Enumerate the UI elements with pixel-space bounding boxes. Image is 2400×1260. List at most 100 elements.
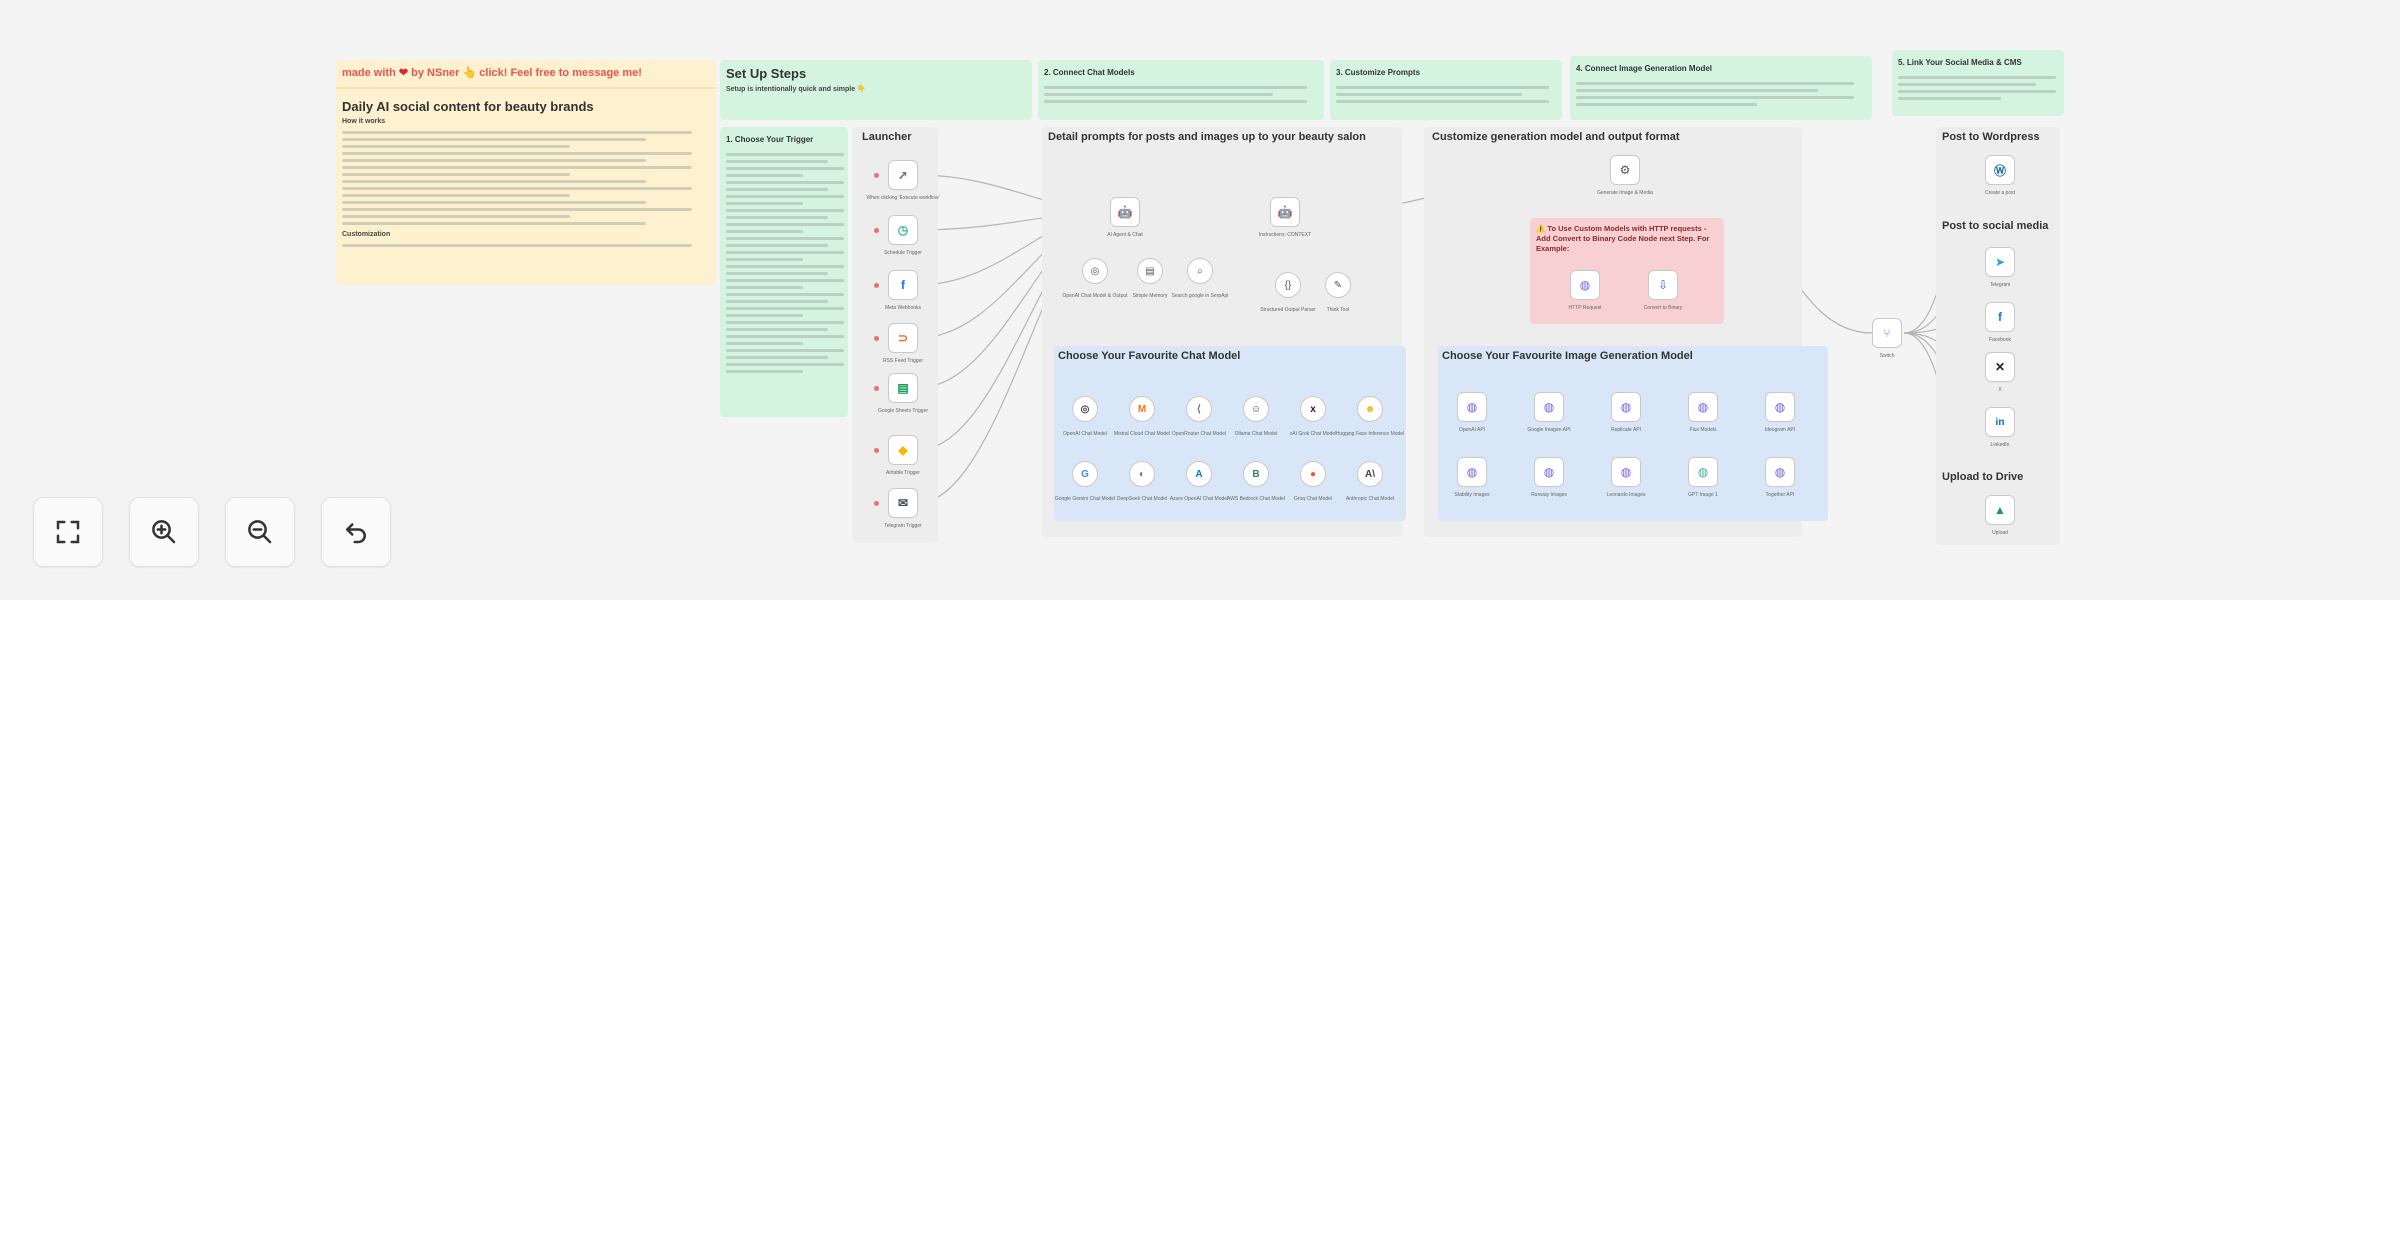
x-node[interactable]: ✕ X xyxy=(1985,352,2015,393)
http-request-label: HTTP Request xyxy=(1568,305,1602,311)
step2-sticky-note: 2. Connect Chat Models xyxy=(1038,60,1324,120)
linkedin-node[interactable]: in LinkedIn xyxy=(1985,407,2015,448)
custom-models-note: ⚠️ To Use Custom Models with HTTP reques… xyxy=(1530,218,1724,324)
sheets-icon: ▤ xyxy=(897,381,909,395)
chat-model-node[interactable]: ◎ OpenAI Chat Model xyxy=(1063,396,1107,437)
chat-model-node[interactable]: ◐ DeepSeek Chat Model xyxy=(1117,461,1167,502)
agent-subnode[interactable]: ✎ Think Tool xyxy=(1325,272,1351,313)
customize-title: Customize generation model and output fo… xyxy=(1432,131,1680,143)
trigger-label: Schedule Trigger xyxy=(884,250,922,256)
trigger-label: Airtable Trigger xyxy=(886,470,920,476)
image-model-node[interactable]: ◍ OpenAI API xyxy=(1457,392,1487,433)
workflow-canvas[interactable]: made with ❤ by NSner 👆 click! Feel free … xyxy=(0,0,2400,600)
linkedin-label: LinkedIn xyxy=(1990,442,2010,448)
drive-node[interactable]: ▲ Upload xyxy=(1985,495,2015,536)
trigger-label: Google Sheets Trigger xyxy=(877,408,929,414)
setup-sticky-note: Set Up Steps Setup is intentionally quic… xyxy=(720,60,1032,120)
step4-title: 4. Connect Image Generation Model xyxy=(1576,64,1713,73)
chat-model-node[interactable]: ☻ Hugging Face Inference Model xyxy=(1336,396,1404,437)
image-model-node[interactable]: ◍ Flux Models xyxy=(1688,392,1718,433)
step1-title: 1. Choose Your Trigger xyxy=(726,135,814,144)
intro-title: Daily AI social content for beauty brand… xyxy=(342,99,594,114)
image-model-node[interactable]: ◍ Stability Images xyxy=(1454,457,1490,498)
step4-sticky-note: 4. Connect Image Generation Model xyxy=(1570,56,1872,120)
chat-model-node[interactable]: B AWS Bedrock Chat Model xyxy=(1227,461,1285,502)
chat-model-icon: G xyxy=(1081,468,1089,480)
subnode-icon: ◎ xyxy=(1090,265,1100,277)
clock-icon: ◷ xyxy=(897,223,909,237)
chat-model-node[interactable]: x xAI Grok Chat Model xyxy=(1290,396,1336,437)
http-request-node[interactable]: ◍ HTTP Request xyxy=(1569,270,1601,311)
telegram-node[interactable]: ➤ Telegram xyxy=(1985,247,2015,288)
image-model-label: Ideogram API xyxy=(1764,427,1796,433)
chat-model-label: xAI Grok Chat Model xyxy=(1289,431,1337,437)
trigger-node[interactable]: ➚ When clicking 'Execute workflow' xyxy=(866,160,940,201)
chat-model-label: Hugging Face Inference Model xyxy=(1335,431,1405,437)
agent-subnode[interactable]: ▤ Simple Memory xyxy=(1133,258,1167,299)
image-model-node[interactable]: ◍ Runway Images xyxy=(1531,457,1567,498)
made-with-banner: made with ❤ by NSner 👆 click! Feel free … xyxy=(336,60,716,85)
trigger-node[interactable]: f Meta Webhooks xyxy=(885,270,921,311)
chat-model-label: Groq Chat Model xyxy=(1293,496,1333,502)
chat-model-label: Mistral Cloud Chat Model xyxy=(1113,431,1171,437)
chat-model-icon: ☻ xyxy=(1364,403,1376,415)
airtable-icon: ◆ xyxy=(898,443,908,457)
zoom-out-button[interactable] xyxy=(225,497,295,567)
agent-subnode[interactable]: ◎ OpenAI Chat Model & Output xyxy=(1062,258,1128,299)
zoom-in-icon xyxy=(152,520,176,544)
image-model-node[interactable]: ◍ Leonardo Images xyxy=(1607,457,1645,498)
image-model-label: Replicate API xyxy=(1610,427,1642,433)
chat-model-label: OpenAI Chat Model xyxy=(1063,431,1107,437)
trigger-node[interactable]: ▤ Google Sheets Trigger xyxy=(878,373,928,414)
agent-subnode[interactable]: ⌕ Search google in SerpApi xyxy=(1172,258,1228,299)
step5-title: 5. Link Your Social Media & CMS xyxy=(1898,58,2022,67)
reset-button[interactable] xyxy=(321,497,391,567)
chat-model-node[interactable]: A Azure OpenAI Chat Model xyxy=(1170,461,1228,502)
chat-model-node[interactable]: ☺ Ollama Chat Model xyxy=(1235,396,1277,437)
heart-icon: ❤ xyxy=(398,67,409,79)
convert-binary-label: Convert to Binary xyxy=(1643,305,1683,311)
telegram-label: Telegram xyxy=(1989,282,2011,288)
image-model-node[interactable]: ◍ Replicate API xyxy=(1611,392,1641,433)
image-model-node[interactable]: ◍ Google Imagen API xyxy=(1527,392,1571,433)
image-model-node[interactable]: ◍ Ideogram API xyxy=(1765,392,1795,433)
chat-model-icon: M xyxy=(1137,403,1147,415)
convert-binary-node[interactable]: ⇩ Convert to Binary xyxy=(1644,270,1682,311)
instructions-agent-node[interactable]: 🤖 Instructions: CONTEXT xyxy=(1259,197,1311,238)
step3-title: 3. Customize Prompts xyxy=(1336,68,1421,77)
undo-icon xyxy=(346,523,366,544)
prompts-title: Detail prompts for posts and images up t… xyxy=(1048,131,1366,143)
image-model-label: Together API xyxy=(1765,492,1795,498)
agent-subnode[interactable]: {} Structured Output Parser xyxy=(1260,272,1316,313)
wordpress-node[interactable]: Ⓦ Create a post xyxy=(1985,155,2015,196)
chat-model-node[interactable]: M Mistral Cloud Chat Model xyxy=(1114,396,1170,437)
trigger-node[interactable]: ⊃ RSS Feed Trigger xyxy=(883,323,923,364)
robot-icon: 🤖 xyxy=(1277,205,1293,219)
image-model-label: Runway Images xyxy=(1531,492,1567,498)
zoom-in-button[interactable] xyxy=(129,497,199,567)
globe-icon: ◍ xyxy=(1620,465,1632,479)
chat-model-node[interactable]: ● Groq Chat Model xyxy=(1294,461,1332,502)
social-title: Post to social media xyxy=(1942,220,2049,232)
generate-image-node[interactable]: ⚙ Generate Image & Media xyxy=(1597,155,1653,196)
x-icon: ✕ xyxy=(1994,360,2006,374)
subnode-label: OpenAI Chat Model & Output xyxy=(1062,293,1128,299)
chat-model-node[interactable]: A\ Anthropic Chat Model xyxy=(1346,461,1394,502)
switch-node[interactable]: ⑂ Switch xyxy=(1872,318,1902,359)
trigger-node[interactable]: ◆ Airtable Trigger xyxy=(886,435,920,476)
fit-view-button[interactable] xyxy=(33,497,103,567)
step1-sticky-note: 1. Choose Your Trigger xyxy=(720,127,848,417)
chat-model-icon: ◐ xyxy=(1138,468,1146,480)
chat-model-node[interactable]: G Google Gemini Chat Model xyxy=(1055,461,1115,502)
image-model-node[interactable]: ◍ GPT Image 1 xyxy=(1688,457,1718,498)
ai-agent-node[interactable]: 🤖 AI Agent & Chat xyxy=(1107,197,1143,238)
step5-sticky-note: 5. Link Your Social Media & CMS xyxy=(1892,50,2064,116)
facebook-node[interactable]: f Facebook xyxy=(1985,302,2015,343)
image-model-label: Flux Models xyxy=(1689,427,1717,433)
trigger-node[interactable]: ✉ Telegram Trigger xyxy=(884,488,922,529)
subnode-icon: {} xyxy=(1284,279,1292,291)
chat-model-node[interactable]: ⟨ OpenRouter Chat Model xyxy=(1172,396,1226,437)
subnode-label: Think Tool xyxy=(1326,307,1350,313)
image-model-node[interactable]: ◍ Together API xyxy=(1765,457,1795,498)
trigger-node[interactable]: ◷ Schedule Trigger xyxy=(884,215,922,256)
